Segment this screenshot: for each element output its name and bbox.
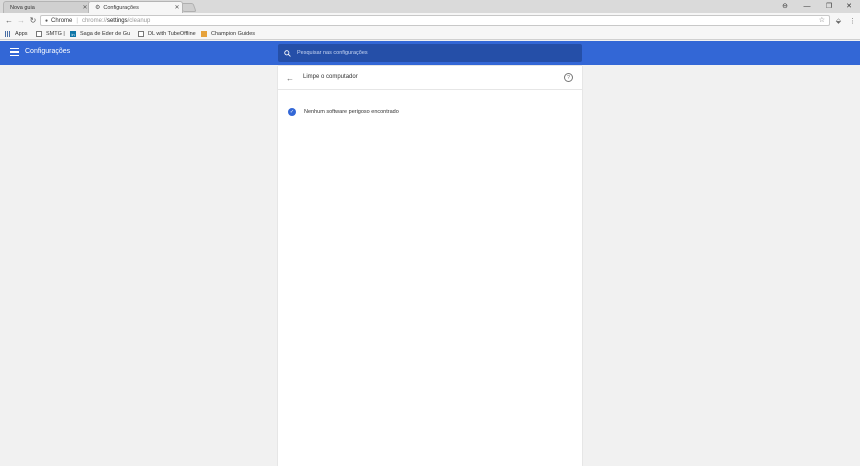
check-circle-icon: ✓ (288, 108, 296, 116)
menu-icon[interactable]: ⋮ (847, 15, 858, 26)
star-icon[interactable]: ☆ (819, 16, 825, 24)
bookmark-tubeoffline[interactable]: DL with TubeOffline (138, 29, 196, 39)
chrome-page-icon: ● (45, 17, 49, 24)
scan-result: ✓ Nenhum software perigoso encontrado (288, 108, 399, 116)
toolbar: ← → ↻ ● Chrome | chrome://settings/clean… (0, 13, 860, 28)
page-title: Configurações (25, 48, 71, 55)
close-icon[interactable]: ✕ (172, 4, 182, 11)
tab-new-tab[interactable]: Nova guia ✕ (3, 1, 91, 13)
minimize-button[interactable]: — (796, 0, 818, 12)
search-icon (284, 49, 291, 57)
tab-strip: Nova guia ✕ ⚙ Configurações ✕ ⊖ — ❐ ✕ (0, 0, 860, 13)
user-icon[interactable]: ⊖ (774, 0, 796, 12)
search-box[interactable] (278, 44, 582, 62)
bookmark-apps[interactable]: Apps (5, 29, 28, 39)
bookmark-smtg[interactable]: SMTG | (36, 29, 65, 39)
gear-icon: ⚙ (95, 5, 101, 11)
address-bar[interactable]: ● Chrome | chrome://settings/cleanup ☆ (40, 15, 830, 26)
linkedin-icon: in (70, 31, 76, 37)
apps-icon (5, 31, 11, 37)
extension-icon[interactable]: ⬙ (833, 15, 844, 26)
hamburger-menu-icon[interactable] (10, 48, 19, 57)
tab-label: Configurações (103, 4, 139, 11)
forward-button[interactable]: → (15, 14, 27, 26)
url-path: /cleanup (127, 17, 151, 24)
tab-settings[interactable]: ⚙ Configurações ✕ (88, 1, 183, 13)
search-input[interactable] (297, 50, 557, 56)
bookmark-label: Champion Guides (211, 31, 256, 37)
url-scheme: chrome:// (81, 17, 107, 24)
reload-button[interactable]: ↻ (27, 14, 39, 26)
origin-label: Chrome (51, 17, 73, 24)
result-text: Nenhum software perigoso encontrado (304, 109, 399, 115)
page-icon (138, 31, 144, 37)
page-icon (36, 31, 42, 37)
bookmark-label: Apps (15, 31, 28, 37)
back-button[interactable]: ← (3, 14, 15, 26)
settings-header: Configurações (0, 41, 860, 65)
tab-label: Nova guia (10, 4, 35, 11)
bookmark-label: DL with TubeOffline (148, 31, 196, 37)
bookmarks-bar: Apps SMTG | in Saga de Eder de Gu DL wit… (0, 28, 860, 40)
bookmark-label: SMTG | (46, 31, 65, 37)
close-window-button[interactable]: ✕ (838, 0, 860, 12)
folder-icon (201, 31, 207, 37)
divider: | (76, 17, 78, 24)
bookmark-saga[interactable]: in Saga de Eder de Gu (70, 29, 130, 39)
cleanup-card: ← Limpe o computador ? ✓ Nenhum software… (278, 66, 582, 466)
card-header: ← Limpe o computador ? (278, 66, 582, 90)
back-arrow-icon[interactable]: ← (284, 72, 296, 84)
bookmark-label: Saga de Eder de Gu (80, 31, 131, 37)
bookmark-champion-guides[interactable]: Champion Guides (201, 29, 255, 39)
help-icon[interactable]: ? (564, 73, 573, 82)
url-host: settings (106, 17, 128, 24)
restore-button[interactable]: ❐ (818, 0, 840, 12)
section-title: Limpe o computador (303, 74, 358, 80)
